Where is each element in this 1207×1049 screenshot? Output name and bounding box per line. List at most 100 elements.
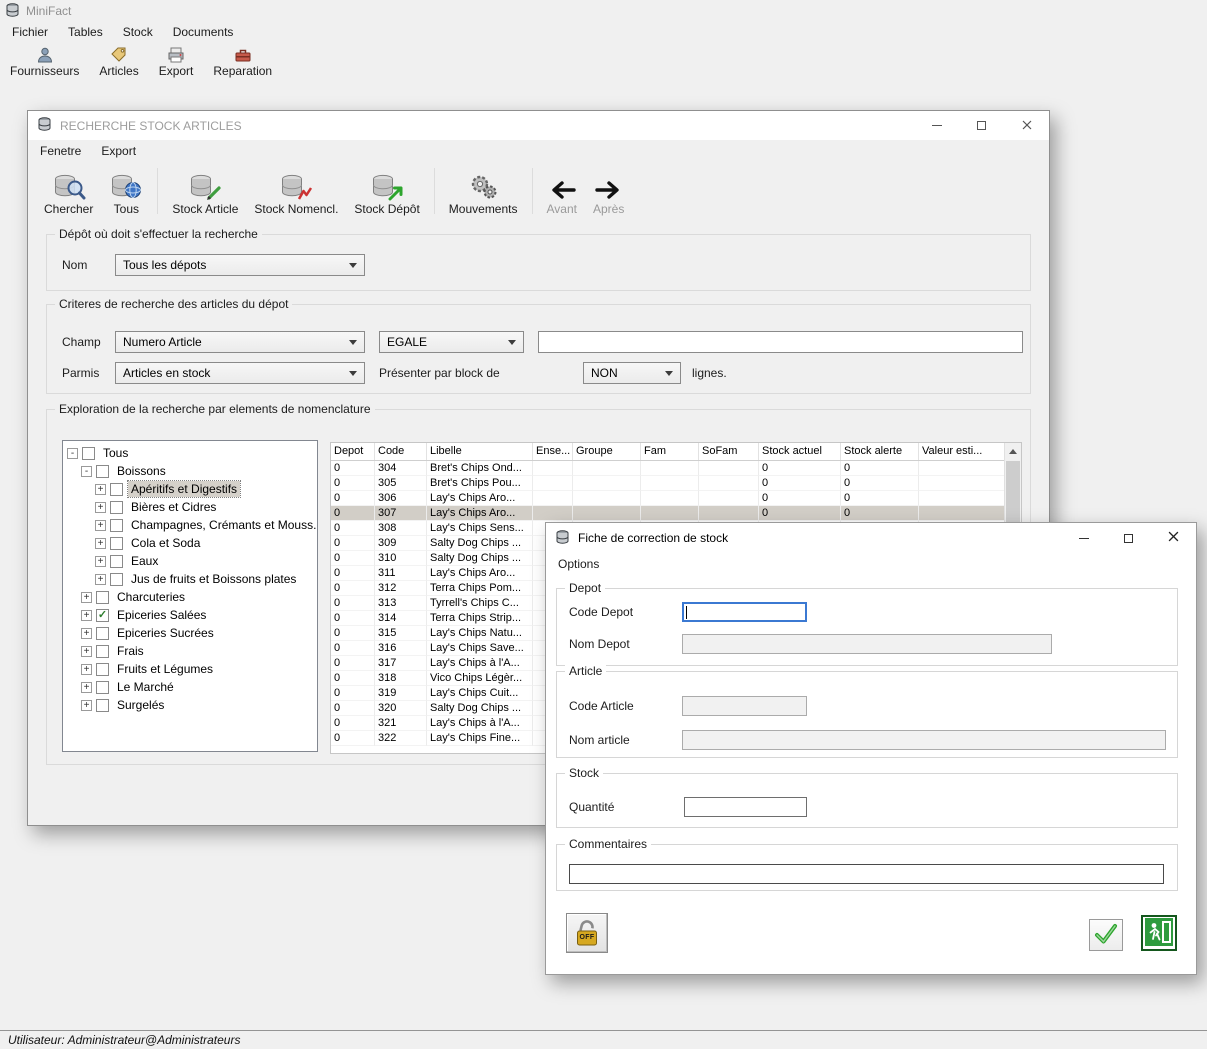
tree-item[interactable]: +Champagnes, Crémants et Mouss... (63, 516, 317, 534)
avant-button[interactable]: Avant (539, 164, 585, 218)
tree-item-label[interactable]: Frais (114, 643, 147, 659)
reparation-button[interactable]: Reparation (209, 45, 276, 79)
dialog-close-button[interactable] (1151, 523, 1196, 553)
expand-icon[interactable]: + (81, 700, 92, 711)
stock-nomencl-button[interactable]: Stock Nomencl. (246, 164, 346, 218)
tree-item-label[interactable]: Fruits et Légumes (114, 661, 216, 677)
tree-checkbox[interactable] (96, 465, 109, 478)
tree-item-label[interactable]: Eaux (128, 553, 161, 569)
tree-item[interactable]: +Apéritifs et Digestifs (63, 480, 317, 498)
tree-checkbox[interactable] (96, 645, 109, 658)
operator-select[interactable]: EGALE (379, 331, 524, 353)
tree-item-label[interactable]: Boissons (114, 463, 169, 479)
chercher-button[interactable]: Chercher (36, 164, 101, 218)
expand-icon[interactable]: + (95, 520, 106, 531)
maximize-button[interactable] (959, 111, 1004, 140)
fournisseurs-button[interactable]: Fournisseurs (6, 45, 83, 79)
tree-item[interactable]: + Frais (63, 642, 317, 660)
expand-icon[interactable]: + (95, 502, 106, 513)
column-header[interactable]: Libelle (427, 443, 533, 460)
chevron-down-icon[interactable] (349, 263, 357, 268)
tree-item[interactable]: + Epiceries Sucrées (63, 624, 317, 642)
menu-stock[interactable]: Stock (113, 23, 163, 41)
tree-checkbox[interactable] (110, 573, 123, 586)
tree-item-label[interactable]: Charcuteries (114, 589, 188, 605)
column-header[interactable]: Stock alerte (841, 443, 919, 460)
tree-item[interactable]: - Boissons (63, 462, 317, 480)
menu-options[interactable]: Options (548, 555, 609, 573)
tree-item-label[interactable]: Apéritifs et Digestifs (128, 481, 240, 497)
depot-select[interactable]: Tous les dépots (115, 254, 365, 276)
tree-item[interactable]: + Surgelés (63, 696, 317, 714)
champ-select[interactable]: Numero Article (115, 331, 365, 353)
collapse-icon[interactable]: - (81, 466, 92, 477)
column-header[interactable]: Depot (331, 443, 375, 460)
lock-button[interactable]: OFF (566, 913, 608, 953)
tree-item-label[interactable]: Cola et Soda (128, 535, 203, 551)
table-row[interactable]: 0304Bret's Chips Ond...00 (331, 461, 1021, 476)
tree-checkbox[interactable] (96, 663, 109, 676)
correction-dialog-titlebar[interactable]: Fiche de correction de stock (546, 523, 1196, 553)
export-button[interactable]: Export (155, 45, 198, 79)
tree-item-label[interactable]: Epiceries Salées (114, 607, 209, 623)
tree-checkbox[interactable] (96, 681, 109, 694)
expand-icon[interactable]: + (81, 646, 92, 657)
menu-fenetre[interactable]: Fenetre (30, 142, 91, 160)
tree-checkbox[interactable] (96, 699, 109, 712)
tree-item[interactable]: + ✓ Epiceries Salées (63, 606, 317, 624)
table-row[interactable]: 0307Lay's Chips Aro...00 (331, 506, 1021, 521)
tree-checkbox[interactable]: ✓ (96, 609, 109, 622)
search-window-titlebar[interactable]: RECHERCHE STOCK ARTICLES (28, 111, 1049, 140)
column-header[interactable]: SoFam (699, 443, 759, 460)
tree-checkbox[interactable] (96, 627, 109, 640)
tree-checkbox[interactable] (110, 537, 123, 550)
tous-button[interactable]: Tous (101, 164, 151, 218)
expand-icon[interactable]: + (81, 628, 92, 639)
table-row[interactable]: 0305Bret's Chips Pou...00 (331, 476, 1021, 491)
tree-checkbox[interactable] (110, 501, 123, 514)
tree-checkbox[interactable] (110, 519, 123, 532)
code-depot-input[interactable] (682, 602, 807, 622)
column-header[interactable]: Ense... (533, 443, 573, 460)
main-titlebar[interactable]: MiniFact (0, 0, 1207, 22)
stock-depot-button[interactable]: Stock Dépôt (346, 164, 427, 218)
commentaires-input[interactable] (569, 864, 1164, 884)
tree-checkbox[interactable] (96, 591, 109, 604)
tree-item-label[interactable]: Bières et Cidres (128, 499, 219, 515)
stock-article-button[interactable]: Stock Article (164, 164, 246, 218)
nomenclature-tree[interactable]: -Tous-Boissons+Apéritifs et Digestifs+Bi… (62, 440, 318, 752)
tree-item[interactable]: -Tous (63, 444, 317, 462)
expand-icon[interactable]: + (95, 574, 106, 585)
table-row[interactable]: 0306Lay's Chips Aro...00 (331, 491, 1021, 506)
apres-button[interactable]: Après (585, 164, 632, 218)
tree-item-label[interactable]: Jus de fruits et Boissons plates (128, 571, 299, 587)
dialog-minimize-button[interactable] (1061, 523, 1106, 553)
tree-item-label[interactable]: Surgelés (114, 697, 167, 713)
menu-export[interactable]: Export (91, 142, 146, 160)
menu-fichier[interactable]: Fichier (2, 23, 58, 41)
collapse-icon[interactable]: - (67, 448, 78, 459)
dialog-maximize-button[interactable] (1106, 523, 1151, 553)
tree-checkbox[interactable] (110, 483, 123, 496)
expand-icon[interactable]: + (95, 538, 106, 549)
menu-tables[interactable]: Tables (58, 23, 113, 41)
column-header[interactable]: Code (375, 443, 427, 460)
tree-item[interactable]: + Charcuteries (63, 588, 317, 606)
chevron-down-icon[interactable] (665, 371, 673, 376)
column-header[interactable]: Fam (641, 443, 699, 460)
chevron-down-icon[interactable] (349, 340, 357, 345)
tree-item[interactable]: +Le Marché (63, 678, 317, 696)
column-header[interactable]: Groupe (573, 443, 641, 460)
chevron-down-icon[interactable] (349, 371, 357, 376)
parmis-select[interactable]: Articles en stock (115, 362, 365, 384)
tree-item-label[interactable]: Epiceries Sucrées (114, 625, 217, 641)
expand-icon[interactable]: + (81, 682, 92, 693)
column-header[interactable]: Valeur esti... (919, 443, 1006, 460)
tree-item[interactable]: +Eaux (63, 552, 317, 570)
expand-icon[interactable]: + (81, 610, 92, 621)
expand-icon[interactable]: + (81, 592, 92, 603)
tree-item[interactable]: + Bières et Cidres (63, 498, 317, 516)
mouvements-button[interactable]: Mouvements (441, 164, 526, 218)
tree-item[interactable]: +Fruits et Légumes (63, 660, 317, 678)
tree-item[interactable]: + Cola et Soda (63, 534, 317, 552)
